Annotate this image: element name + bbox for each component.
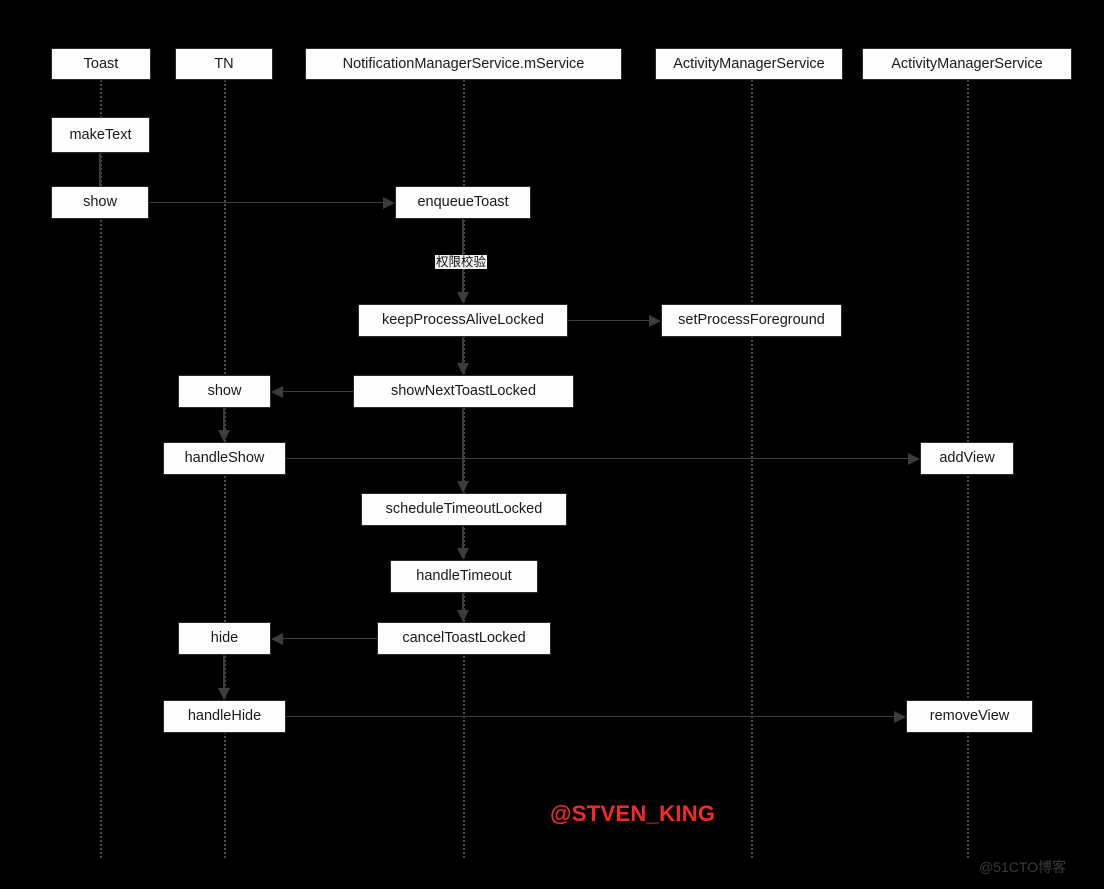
lane-header-ams1-label: ActivityManagerService [673, 55, 825, 72]
node-show-tn[interactable]: show [178, 375, 271, 408]
edge-scheduletimeoutlocked-to-handletimeout-arrowhead [457, 548, 469, 560]
node-handletimeout[interactable]: handleTimeout [390, 560, 538, 593]
node-maketext[interactable]: makeText [51, 117, 150, 153]
lane-header-nms-label: NotificationManagerService.mService [342, 55, 585, 72]
node-canceltoastlocked-label: cancelToastLocked [402, 630, 526, 647]
node-handlehide-label: handleHide [187, 708, 262, 725]
edge-shownexttoastlocked-to-show-arrowhead [271, 385, 283, 398]
edge-hide-to-handlehide [223, 655, 225, 688]
node-show-toast[interactable]: show [51, 186, 149, 219]
edge-show-to-handleshow-arrowhead [218, 430, 230, 442]
lane-header-ams2-label: ActivityManagerService [891, 55, 1043, 72]
node-addview-label: addView [939, 450, 995, 467]
node-setprocessforeground[interactable]: setProcessForeground [661, 304, 842, 337]
node-shownexttoastlocked-label: showNextToastLocked [390, 383, 537, 400]
lane-header-nms[interactable]: NotificationManagerService.mService [305, 48, 622, 80]
edge-keepprocessalivelocked-to-setprocessforeground-arrowhead [649, 314, 661, 327]
edge-keepprocessalivelocked-to-setprocessforeground [568, 319, 649, 322]
edge-show-to-enqueuetoast [149, 201, 383, 204]
lane-header-ams2[interactable]: ActivityManagerService [862, 48, 1072, 80]
edge-canceltoastlocked-to-hide-arrowhead [271, 632, 283, 645]
node-handleshow[interactable]: handleShow [163, 442, 286, 475]
node-scheduletimeoutlocked-label: scheduleTimeoutLocked [385, 501, 543, 518]
author-watermark: @STVEN_KING [550, 801, 716, 826]
edge-handleshow-to-addview-arrowhead [908, 452, 920, 465]
edge-handletimeout-to-canceltoastlocked [462, 593, 464, 610]
edge-label-permission-check: 权限校验 [435, 255, 488, 270]
edge-shownexttoastlocked-to-scheduletimeoutlocked [462, 408, 464, 481]
node-removeview[interactable]: removeView [906, 700, 1033, 733]
node-scheduletimeoutlocked[interactable]: scheduleTimeoutLocked [361, 493, 567, 526]
node-setprocessforeground-label: setProcessForeground [678, 312, 825, 329]
node-keepprocessalivelocked-label: keepProcessAliveLocked [381, 312, 544, 329]
edge-canceltoastlocked-to-hide [283, 637, 378, 640]
node-enqueuetoast[interactable]: enqueueToast [395, 186, 531, 219]
lane-header-toast-label: Toast [83, 55, 119, 72]
edge-handlehide-to-removeview [286, 715, 894, 718]
node-enqueuetoast-label: enqueueToast [417, 194, 509, 211]
edge-keepprocessalivelocked-to-shownexttoastlocked [462, 337, 464, 363]
lane-header-tn[interactable]: TN [175, 48, 273, 80]
edge-handlehide-to-removeview-arrowhead [894, 710, 906, 723]
lane-header-ams1[interactable]: ActivityManagerService [655, 48, 843, 80]
edge-show-to-handleshow [223, 408, 225, 430]
edge-enqueuetoast-to-keepprocessalivelocked-arrowhead [457, 292, 469, 304]
node-handleshow-label: handleShow [184, 450, 265, 467]
node-hide[interactable]: hide [178, 622, 271, 655]
site-watermark: @51CTO博客 [979, 859, 1067, 875]
node-handletimeout-label: handleTimeout [416, 568, 512, 585]
node-show-toast-label: show [83, 194, 117, 211]
node-maketext-label: makeText [69, 126, 132, 143]
edge-scheduletimeoutlocked-to-handletimeout [462, 526, 464, 548]
edge-keepprocessalivelocked-to-shownexttoastlocked-arrowhead [457, 363, 469, 375]
lane-header-toast[interactable]: Toast [51, 48, 151, 80]
node-handlehide[interactable]: handleHide [163, 700, 286, 733]
node-removeview-label: removeView [929, 708, 1010, 725]
node-hide-label: hide [210, 630, 239, 647]
node-canceltoastlocked[interactable]: cancelToastLocked [377, 622, 551, 655]
edge-show-to-enqueuetoast-arrowhead [383, 196, 395, 209]
edge-shownexttoastlocked-to-scheduletimeoutlocked-arrowhead [457, 481, 469, 493]
sequence-diagram-canvas: Toast TN NotificationManagerService.mSer… [0, 0, 1104, 889]
node-keepprocessalivelocked[interactable]: keepProcessAliveLocked [358, 304, 568, 337]
node-addview[interactable]: addView [920, 442, 1014, 475]
node-show-tn-label: show [207, 383, 242, 400]
edge-hide-to-handlehide-arrowhead [218, 688, 230, 700]
edge-maketext-to-show [99, 153, 101, 186]
edge-shownexttoastlocked-to-show [283, 390, 354, 393]
edge-handleshow-to-addview [286, 457, 908, 460]
edge-handletimeout-to-canceltoastlocked-arrowhead [457, 610, 469, 622]
node-shownexttoastlocked[interactable]: showNextToastLocked [353, 375, 574, 408]
lifeline-ams1 [751, 80, 753, 858]
lane-header-tn-label: TN [214, 55, 234, 72]
